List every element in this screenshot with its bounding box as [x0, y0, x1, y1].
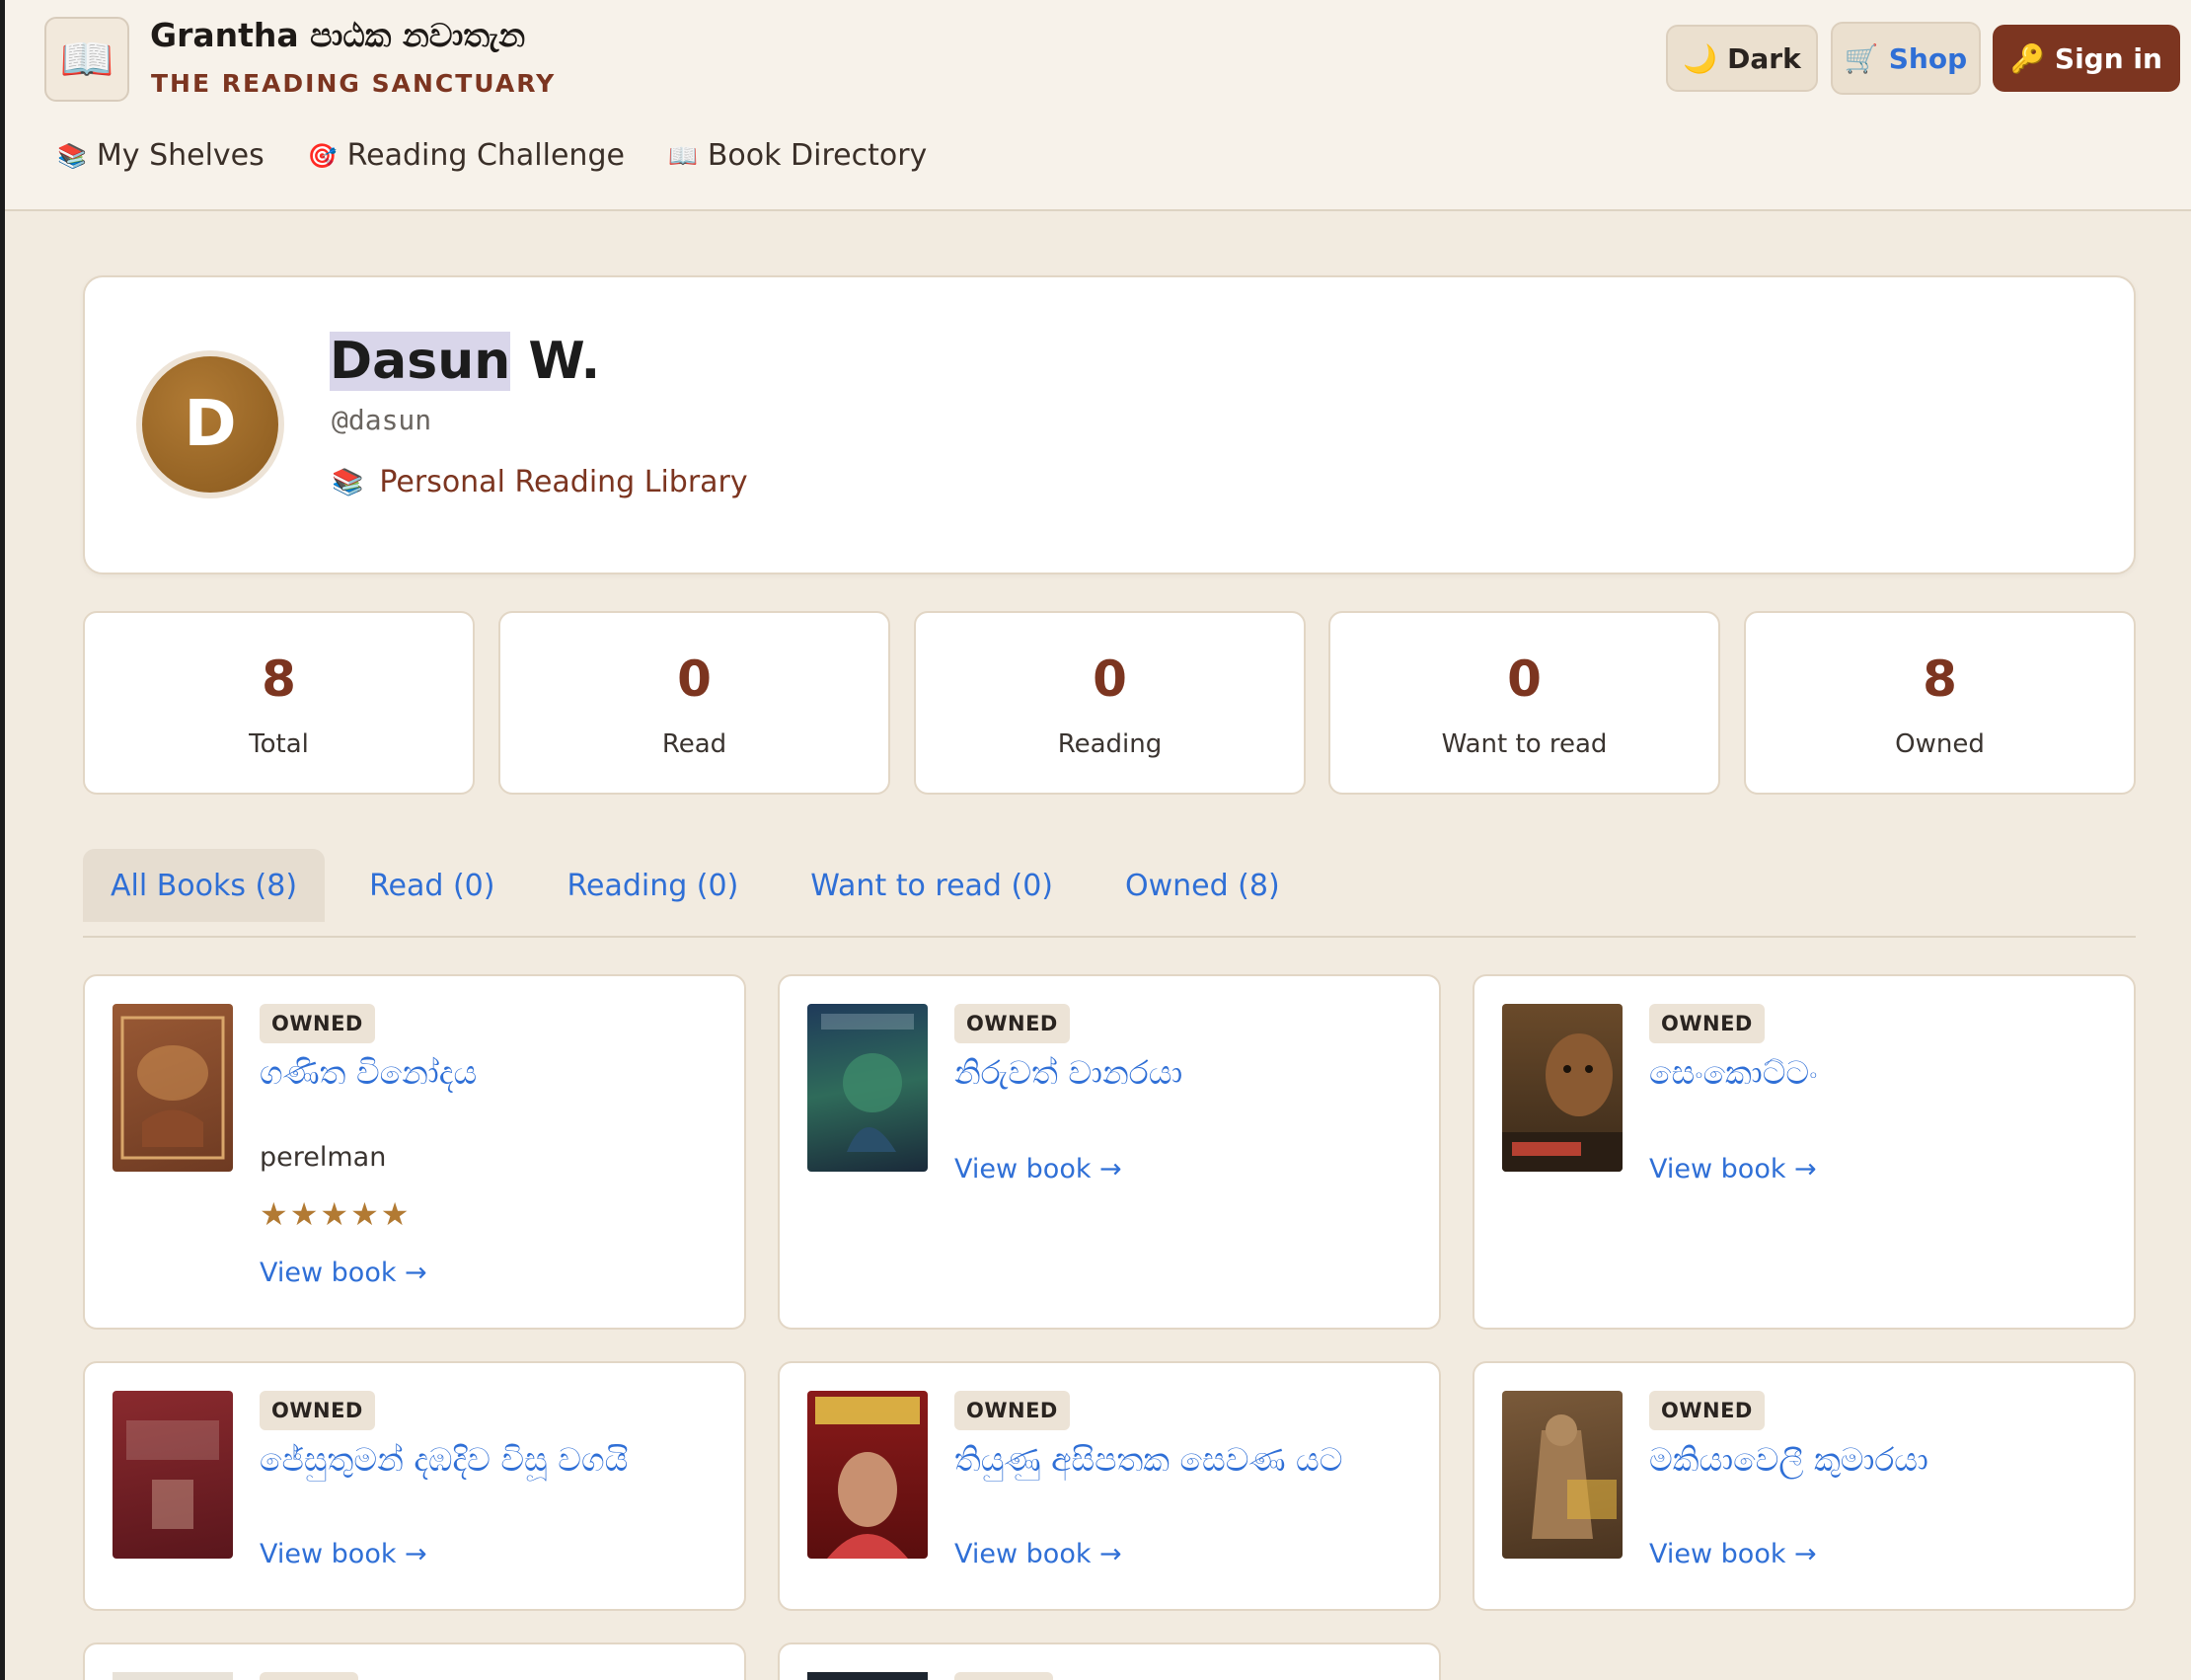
book-card: OWNED ගණිත විනෝදය perelman ★★★★★ View bo…	[83, 974, 746, 1330]
book-title[interactable]: නිරුවත් වානරයා	[954, 1053, 1182, 1093]
avatar: D	[136, 350, 284, 498]
sign-in-label: Sign in	[2054, 41, 2162, 75]
book-card: OWNED සෙංකොට්ටං View book →	[1473, 974, 2136, 1330]
library-text: Personal Reading Library	[379, 465, 748, 499]
open-book-icon: 📖	[667, 141, 698, 170]
tab-read[interactable]: Read (0)	[341, 849, 522, 922]
view-book-link[interactable]: View book →	[954, 1154, 1122, 1184]
books-icon: 📚	[57, 141, 87, 170]
book-cover[interactable]	[113, 1391, 233, 1559]
sign-in-button[interactable]: 🔑 Sign in	[1993, 25, 2180, 92]
view-book-link[interactable]: View book →	[1649, 1539, 1817, 1569]
stat-read: 0 Read	[498, 611, 890, 795]
status-badge: OWNED	[954, 1391, 1070, 1430]
stat-value: 8	[1923, 650, 1957, 708]
shop-label: Shop	[1888, 41, 1968, 75]
stat-value: 0	[1507, 650, 1542, 708]
nav-label: Book Directory	[707, 138, 928, 173]
star-rating: ★★★★★	[260, 1195, 412, 1233]
profile-handle: @dasun	[332, 404, 432, 436]
book-title[interactable]: ගණිත විනෝදය	[260, 1053, 477, 1093]
book-card: OWNED නිරුවත් වානරයා View book →	[778, 974, 1441, 1330]
target-icon: 🎯	[307, 141, 338, 170]
tab-owned[interactable]: Owned (8)	[1097, 849, 1308, 922]
stat-label: Owned	[1895, 729, 1985, 759]
stat-want-to-read: 0 Want to read	[1328, 611, 1720, 795]
tab-want-to-read[interactable]: Want to read (0)	[783, 849, 1081, 922]
brand-title[interactable]: Grantha පාඨක නවාතැන	[150, 16, 525, 55]
shop-button[interactable]: 🛒 Shop	[1831, 22, 1981, 95]
library-label: 📚 Personal Reading Library	[332, 465, 748, 499]
book-cover[interactable]	[113, 1004, 233, 1172]
book-title[interactable]: තියුණු අසිපතක සෙවණ යට	[954, 1440, 1342, 1480]
profile-card: D Dasun W. @dasun 📚 Personal Reading Lib…	[83, 275, 2136, 574]
book-cover[interactable]	[807, 1004, 928, 1172]
stat-value: 0	[1093, 650, 1127, 708]
book-card	[778, 1642, 1441, 1680]
view-book-link[interactable]: View book →	[1649, 1154, 1817, 1184]
stat-label: Reading	[1057, 729, 1163, 759]
view-book-link[interactable]: View book →	[260, 1258, 427, 1288]
dark-mode-button[interactable]: 🌙 Dark	[1666, 25, 1818, 92]
status-badge: OWNED	[260, 1004, 375, 1043]
book-cover[interactable]	[807, 1391, 928, 1559]
view-book-link[interactable]: View book →	[954, 1539, 1122, 1569]
nav-my-shelves[interactable]: 📚 My Shelves	[57, 138, 264, 173]
profile-name-first: Dasun	[330, 332, 511, 391]
main-nav: 📚 My Shelves 🎯 Reading Challenge 📖 Book …	[57, 138, 927, 173]
status-badge: OWNED	[1649, 1391, 1765, 1430]
stat-value: 0	[677, 650, 712, 708]
status-badge: OWNED	[954, 1004, 1070, 1043]
status-badge	[954, 1672, 1053, 1680]
status-badge: OWNED	[260, 1391, 375, 1430]
nav-label: My Shelves	[96, 138, 264, 173]
book-card: OWNED ජේසුතුමන් දඹදිව විසූ වගයි View boo…	[83, 1361, 746, 1611]
book-card: OWNED මකියාවෙලී කුමාරයා View book →	[1473, 1361, 2136, 1611]
stat-value: 8	[262, 650, 296, 708]
book-title[interactable]: ජේසුතුමන් දඹදිව විසූ වගයි	[260, 1440, 628, 1480]
key-icon: 🔑	[2010, 41, 2045, 75]
status-badge: OWNED	[1649, 1004, 1765, 1043]
stat-owned: 8 Owned	[1744, 611, 2136, 795]
nav-label: Reading Challenge	[346, 138, 625, 173]
book-author: perelman	[260, 1142, 387, 1173]
nav-book-directory[interactable]: 📖 Book Directory	[668, 138, 927, 173]
nav-reading-challenge[interactable]: 🎯 Reading Challenge	[308, 138, 625, 173]
status-badge	[260, 1672, 358, 1680]
moon-icon: 🌙	[1683, 41, 1718, 75]
tab-reading[interactable]: Reading (0)	[539, 849, 766, 922]
book-title[interactable]: මකියාවෙලී කුමාරයා	[1649, 1440, 1928, 1480]
stat-total: 8 Total	[83, 611, 475, 795]
tabs-divider	[83, 936, 2136, 938]
dark-mode-label: Dark	[1727, 41, 1801, 75]
profile-name-last: W.	[510, 332, 601, 391]
top-header: 📖 Grantha පාඨක නවාතැන THE READING SANCTU…	[5, 0, 2191, 211]
brand-subtitle: THE READING SANCTUARY	[151, 69, 557, 98]
books-icon: 📚	[332, 467, 364, 497]
shelf-tabs: All Books (8) Read (0) Reading (0) Want …	[83, 849, 1324, 922]
book-card: OWNED තියුණු අසිපතක සෙවණ යට View book →	[778, 1361, 1441, 1611]
book-cover[interactable]	[807, 1672, 928, 1680]
stat-label: Want to read	[1441, 729, 1608, 759]
window-edge	[0, 0, 5, 1680]
cart-icon: 🛒	[1844, 41, 1879, 75]
profile-name: Dasun W.	[330, 332, 600, 391]
stat-label: Read	[661, 729, 727, 759]
book-cover[interactable]	[113, 1672, 233, 1680]
book-title[interactable]: සෙංකොට්ටං	[1649, 1053, 1818, 1093]
view-book-link[interactable]: View book →	[260, 1539, 427, 1569]
stat-reading: 0 Reading	[914, 611, 1306, 795]
tab-all-books[interactable]: All Books (8)	[83, 849, 326, 922]
book-cover[interactable]	[1502, 1391, 1623, 1559]
book-cover[interactable]	[1502, 1004, 1623, 1172]
book-card	[83, 1642, 746, 1680]
stat-label: Total	[249, 729, 309, 759]
open-book-icon[interactable]: 📖	[44, 17, 129, 102]
